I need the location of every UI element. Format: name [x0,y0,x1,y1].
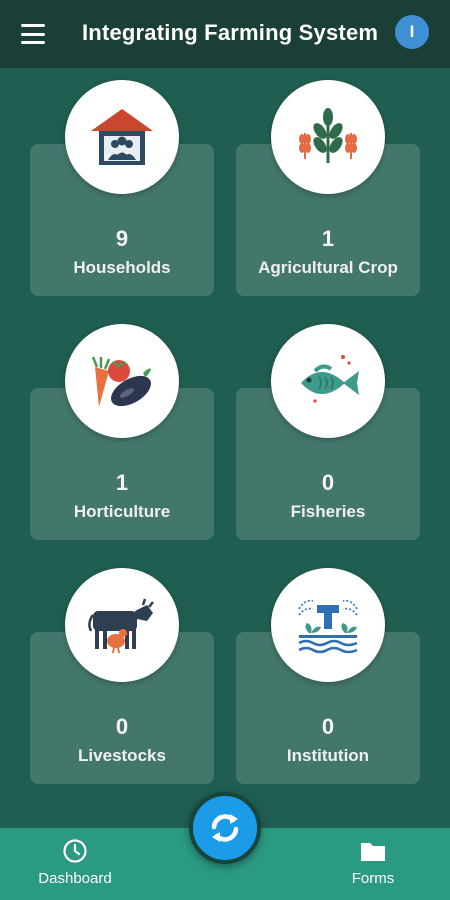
menu-icon-line [21,32,45,36]
menu-icon-line [21,24,45,27]
card-households[interactable]: 9 Households [30,80,214,310]
fish-icon [271,324,385,438]
menu-icon-line [21,41,45,44]
card-count: 9 [115,226,129,251]
card-label: Households [73,258,171,277]
card-label: Livestocks [78,746,166,765]
card-label: Fisheries [290,502,366,521]
household-icon [65,80,179,194]
app-bar: Integrating Farming System I [0,0,450,68]
crop-icon [271,80,385,194]
livestock-icon [65,568,179,682]
clock-icon [63,839,87,863]
nav-forms[interactable]: Forms [318,838,428,896]
page-title: Integrating Farming System [82,20,379,45]
folder-icon [361,843,385,861]
card-count: 0 [321,714,335,739]
card-fisheries[interactable]: 0 Fisheries [236,324,420,554]
card-horticulture[interactable]: 1 Horticulture [30,324,214,554]
card-count: 1 [115,470,129,495]
card-count: 1 [321,226,335,251]
card-livestocks[interactable]: 0 Livestocks [30,568,214,798]
vegetables-icon [65,324,179,438]
card-label: Agricultural Crop [258,258,398,277]
card-count: 0 [115,714,129,739]
card-institution[interactable]: 0 Institution [236,568,420,798]
sync-icon [211,814,239,842]
sync-button[interactable] [189,792,261,864]
card-agricultural-crop[interactable]: 1 Agricultural Crop [236,80,420,310]
nav-dashboard[interactable]: Dashboard [20,838,130,896]
menu-button[interactable] [18,22,48,46]
card-label: Institution [286,746,370,765]
avatar[interactable]: I [395,15,429,49]
institution-icon [271,568,385,682]
nav-dashboard-label: Dashboard [38,870,112,887]
nav-forms-label: Forms [351,870,395,887]
card-label: Horticulture [73,502,171,521]
card-count: 0 [321,470,335,495]
